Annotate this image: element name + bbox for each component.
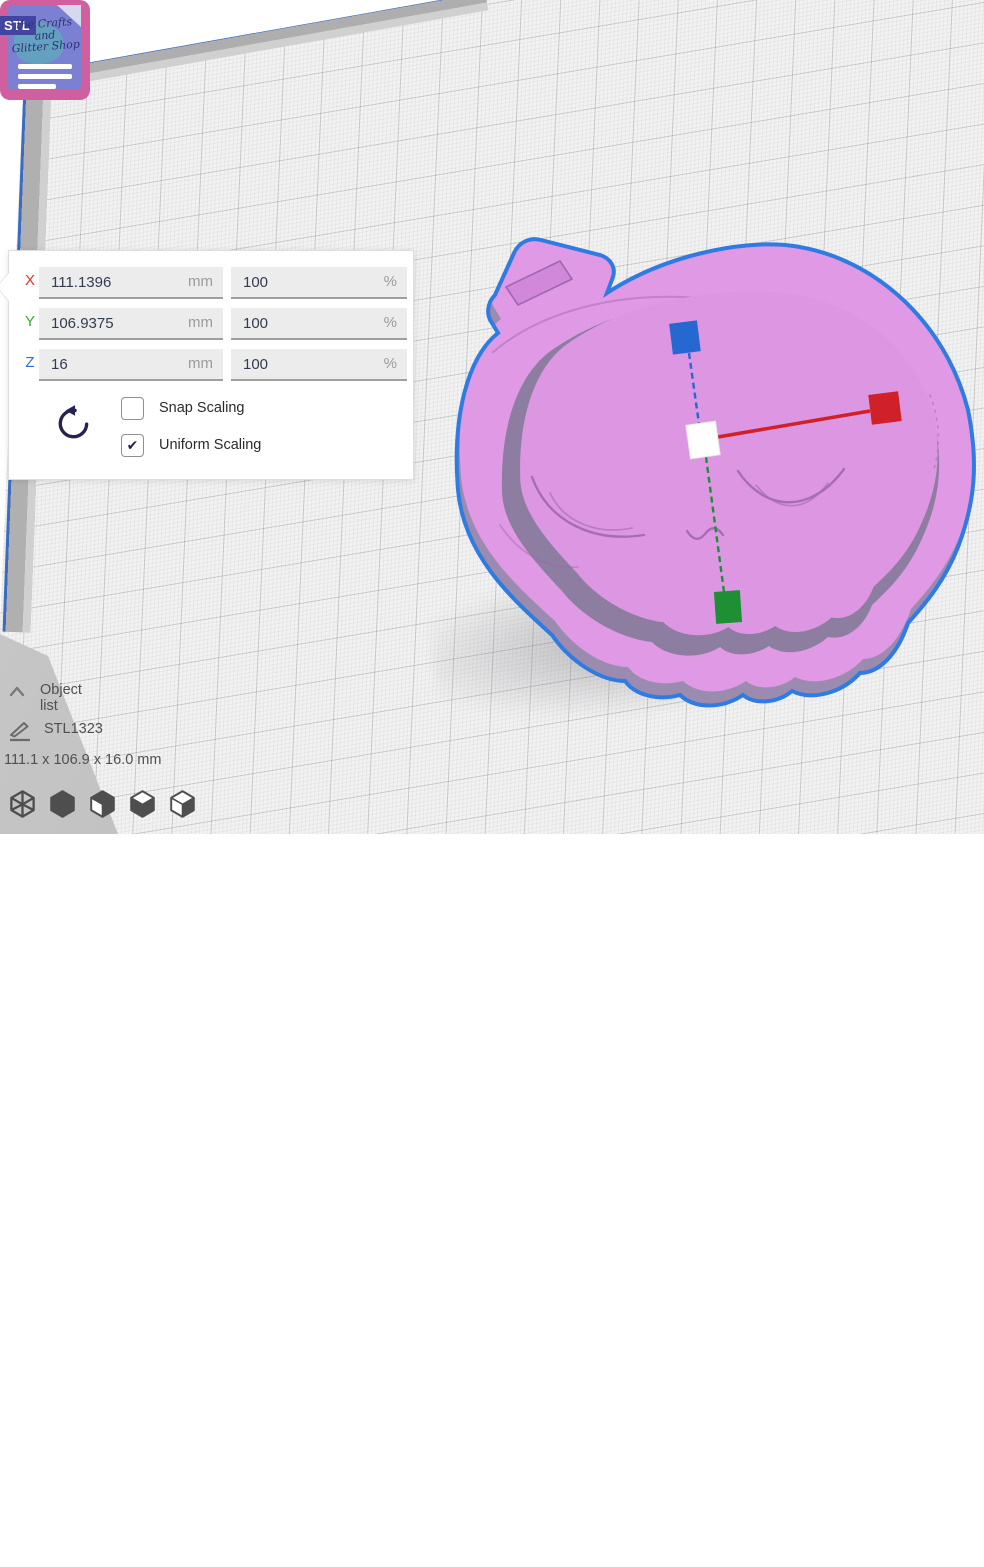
x-axis-label: X [21,272,39,289]
edit-pencil-icon[interactable] [8,716,34,742]
x-mm-field-wrap: mm [39,267,223,299]
y-axis-label: Y [21,313,39,330]
snap-scaling-label: Snap Scaling [159,400,244,416]
z-scale-handle[interactable] [669,320,701,354]
y-scale-handle[interactable] [714,590,742,624]
solid-cube-icon[interactable] [48,788,77,820]
y-size-input[interactable] [39,308,223,338]
text-line-bar [18,84,56,89]
y-percent-field-wrap: % [231,308,407,340]
x-percent-input[interactable] [231,267,407,297]
collapse-chevron-icon[interactable] [6,683,28,699]
uniform-scaling-label: Uniform Scaling [159,437,261,453]
uniform-scaling-checkbox[interactable]: ✔ [121,434,144,457]
y-mm-field-wrap: mm [39,308,223,340]
x-scale-handle[interactable] [868,391,901,424]
object-name: STL1323 [44,721,103,737]
brand-name: the Crafts and Glitter Shop [3,15,87,55]
document-text-lines [18,64,72,94]
brand-logo: STL the Crafts and Glitter Shop [0,0,90,100]
object-list-title: Object list [40,682,82,714]
z-size-input[interactable] [39,349,223,379]
y-percent-input[interactable] [231,308,407,338]
x-size-input[interactable] [39,267,223,297]
z-axis-label: Z [21,354,39,371]
text-line-bar [18,74,72,79]
wireframe-cube-icon[interactable] [8,788,37,820]
scale-row-x: X mm % [9,267,413,297]
z-percent-field-wrap: % [231,349,407,381]
front-face-cube-icon[interactable] [88,788,117,820]
z-percent-input[interactable] [231,349,407,379]
text-line-bar [18,64,72,69]
top-face-cube-icon[interactable] [128,788,157,820]
view-mode-toolbar [8,788,197,820]
scale-tool-panel: X mm % Y mm % Z mm % [8,250,414,480]
center-scale-handle[interactable] [686,421,720,459]
reset-arrowhead [66,405,76,416]
panel-pointer-arrow [0,273,9,301]
top-front-face-cube-icon[interactable] [168,788,197,820]
x-percent-field-wrap: % [231,267,407,299]
snap-scaling-checkbox[interactable] [121,397,144,420]
pumpkin-mold-model[interactable] [440,225,984,717]
reset-scale-button[interactable] [55,401,93,441]
object-dimensions: 111.1 x 106.9 x 16.0 mm [4,752,161,768]
scale-row-z: Z mm % [9,349,413,379]
z-mm-field-wrap: mm [39,349,223,381]
scale-row-y: Y mm % [9,308,413,338]
